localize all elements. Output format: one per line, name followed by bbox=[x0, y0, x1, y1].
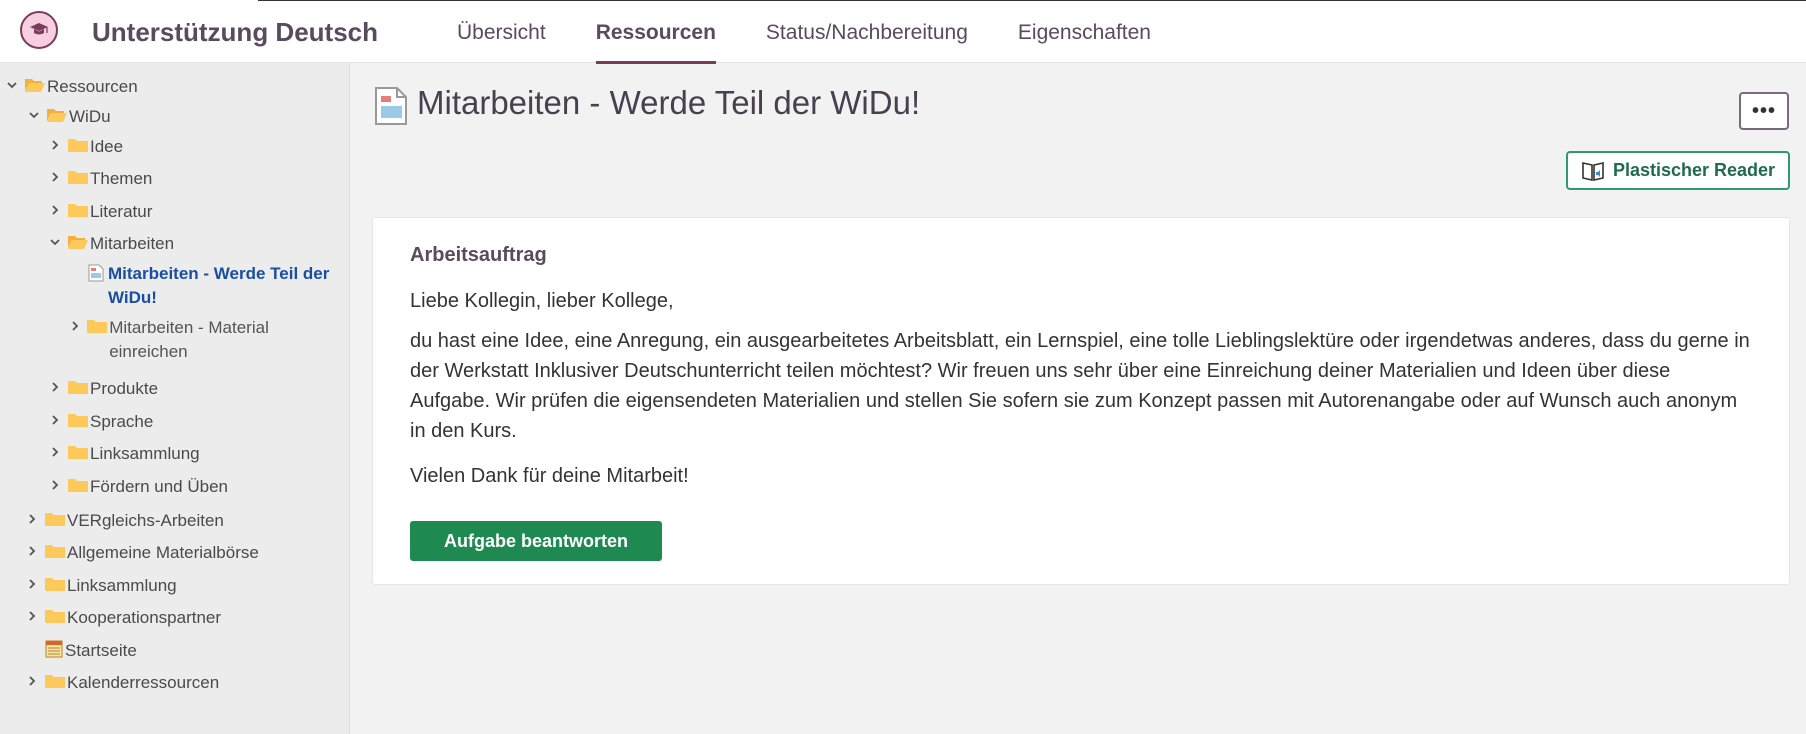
tree-label: Produkte bbox=[90, 379, 159, 398]
folder-icon bbox=[45, 545, 65, 558]
tree-label: Linksammlung bbox=[90, 444, 200, 463]
folder-icon bbox=[68, 139, 88, 152]
tree-item-produkte[interactable]: Produkte bbox=[48, 377, 158, 401]
top-bar-accent bbox=[0, 0, 258, 2]
folder-icon bbox=[68, 479, 88, 492]
chevron-right-icon[interactable] bbox=[25, 671, 39, 691]
tab-eigenschaften[interactable]: Eigenschaften bbox=[1018, 1, 1151, 64]
tree-label: Mitarbeiten bbox=[90, 234, 175, 253]
tree-item-ressourcen[interactable]: Ressourcen bbox=[5, 75, 138, 99]
folder-open-icon bbox=[68, 236, 88, 249]
chevron-right-icon[interactable] bbox=[25, 509, 39, 529]
chevron-right-icon[interactable] bbox=[48, 135, 62, 155]
chevron-down-icon[interactable] bbox=[27, 105, 41, 125]
tree-label: Fördern und Üben bbox=[90, 477, 228, 496]
chevron-down-icon[interactable] bbox=[5, 75, 19, 95]
page-icon bbox=[375, 87, 407, 125]
folder-icon bbox=[68, 381, 88, 394]
tree-label: Mitarbeiten - Material einreichen bbox=[109, 318, 269, 361]
tree-item-startseite[interactable]: Startseite bbox=[45, 639, 137, 663]
tree-item-linksammlung-root[interactable]: Linksammlung bbox=[25, 574, 177, 598]
tree-label-active: Mitarbeiten - Werde Teil der WiDu! bbox=[108, 264, 330, 307]
assignment-body: du hast eine Idee, eine Anregung, ein au… bbox=[410, 330, 1750, 442]
folder-icon bbox=[68, 414, 88, 427]
graduation-cap-icon[interactable] bbox=[20, 11, 58, 49]
tree-item-sprache[interactable]: Sprache bbox=[48, 410, 153, 434]
tree-item-vergleichs-arbeiten[interactable]: VERgleichs-Arbeiten bbox=[25, 509, 224, 533]
tree-item-mitarbeiten[interactable]: Mitarbeiten bbox=[48, 232, 174, 256]
tree-item-linksammlung[interactable]: Linksammlung bbox=[48, 442, 200, 466]
top-bar: Unterstützung Deutsch Übersicht Ressourc… bbox=[0, 0, 1806, 64]
folder-icon bbox=[68, 171, 88, 184]
folder-icon bbox=[87, 320, 108, 333]
chevron-right-icon[interactable] bbox=[48, 377, 62, 397]
folder-icon bbox=[68, 446, 88, 459]
tree-label: WiDu bbox=[69, 107, 111, 126]
card-heading: Arbeitsauftrag bbox=[410, 244, 547, 266]
folder-icon bbox=[45, 675, 65, 688]
tree-item-kalenderressourcen[interactable]: Kalenderressourcen bbox=[25, 671, 219, 695]
page-title: Mitarbeiten - Werde Teil der WiDu! bbox=[417, 84, 921, 121]
tree-item-material-einreichen[interactable]: Mitarbeiten - Material einreichen bbox=[68, 316, 338, 364]
tree-label: Sprache bbox=[90, 412, 154, 431]
immersive-reader-icon bbox=[1582, 161, 1604, 181]
tree-label: Themen bbox=[90, 169, 153, 188]
tree-item-kooperationspartner[interactable]: Kooperationspartner bbox=[25, 606, 221, 630]
tab-status-nachbereitung[interactable]: Status/Nachbereitung bbox=[766, 1, 968, 64]
folder-icon bbox=[45, 610, 65, 623]
reader-label: Plastischer Reader bbox=[1612, 160, 1776, 180]
chevron-right-icon[interactable] bbox=[48, 410, 62, 430]
chevron-right-icon[interactable] bbox=[48, 167, 62, 187]
tree-item-widu[interactable]: WiDu bbox=[27, 105, 111, 129]
folder-icon bbox=[45, 513, 65, 526]
folder-icon bbox=[45, 578, 65, 591]
greeting-text: Liebe Kollegin, lieber Kollege, bbox=[410, 290, 674, 312]
tree-label: Kalenderressourcen bbox=[67, 673, 220, 692]
page-icon bbox=[88, 264, 104, 282]
chevron-right-icon[interactable] bbox=[48, 200, 62, 220]
tree-label: Linksammlung bbox=[67, 576, 177, 595]
tree-item-idee[interactable]: Idee bbox=[48, 135, 123, 159]
resource-tree: Ressourcen WiDu Idee Themen Literatur Mi… bbox=[0, 63, 350, 734]
folder-icon bbox=[68, 204, 88, 217]
tree-item-themen[interactable]: Themen bbox=[48, 167, 152, 191]
chevron-right-icon[interactable] bbox=[25, 541, 39, 561]
tree-label: VERgleichs-Arbeiten bbox=[67, 511, 224, 530]
tree-item-mitarbeiten-werde-teil[interactable]: Mitarbeiten - Werde Teil der WiDu! bbox=[88, 262, 338, 310]
assignment-card: Arbeitsauftrag Liebe Kollegin, lieber Ko… bbox=[372, 217, 1790, 585]
chevron-right-icon[interactable] bbox=[48, 475, 62, 495]
more-actions-button[interactable]: ••• bbox=[1739, 92, 1789, 130]
tree-item-allgemeine-materialboerse[interactable]: Allgemeine Materialbörse bbox=[25, 541, 259, 565]
folder-open-icon bbox=[47, 109, 67, 122]
immersive-reader-button[interactable]: Plastischer Reader bbox=[1566, 151, 1790, 190]
tab-ressourcen[interactable]: Ressourcen bbox=[595, 1, 717, 64]
main-nav: Übersicht Ressourcen Status/Nachbereitun… bbox=[457, 1, 1201, 64]
tree-label: Allgemeine Materialbörse bbox=[67, 543, 259, 562]
tree-item-literatur[interactable]: Literatur bbox=[48, 200, 152, 224]
thanks-text: Vielen Dank für deine Mitarbeit! bbox=[410, 465, 689, 487]
course-title[interactable]: Unterstützung Deutsch bbox=[92, 17, 378, 48]
tree-label: Literatur bbox=[90, 202, 153, 221]
calendar-page-icon bbox=[45, 640, 63, 658]
tree-label: Idee bbox=[90, 137, 124, 156]
answer-task-button[interactable]: Aufgabe beantworten bbox=[410, 521, 662, 561]
folder-open-icon bbox=[25, 79, 45, 92]
chevron-right-icon[interactable] bbox=[25, 606, 39, 626]
chevron-right-icon[interactable] bbox=[25, 574, 39, 594]
tab-uebersicht[interactable]: Übersicht bbox=[457, 1, 546, 64]
chevron-right-icon[interactable] bbox=[48, 442, 62, 462]
tree-label: Startseite bbox=[65, 641, 137, 660]
tree-label: Kooperationspartner bbox=[67, 608, 222, 627]
tree-label: Ressourcen bbox=[47, 77, 138, 96]
chevron-down-icon[interactable] bbox=[48, 232, 62, 252]
chevron-right-icon[interactable] bbox=[68, 316, 81, 336]
tree-item-foerdern-und-ueben[interactable]: Fördern und Üben bbox=[48, 475, 228, 499]
